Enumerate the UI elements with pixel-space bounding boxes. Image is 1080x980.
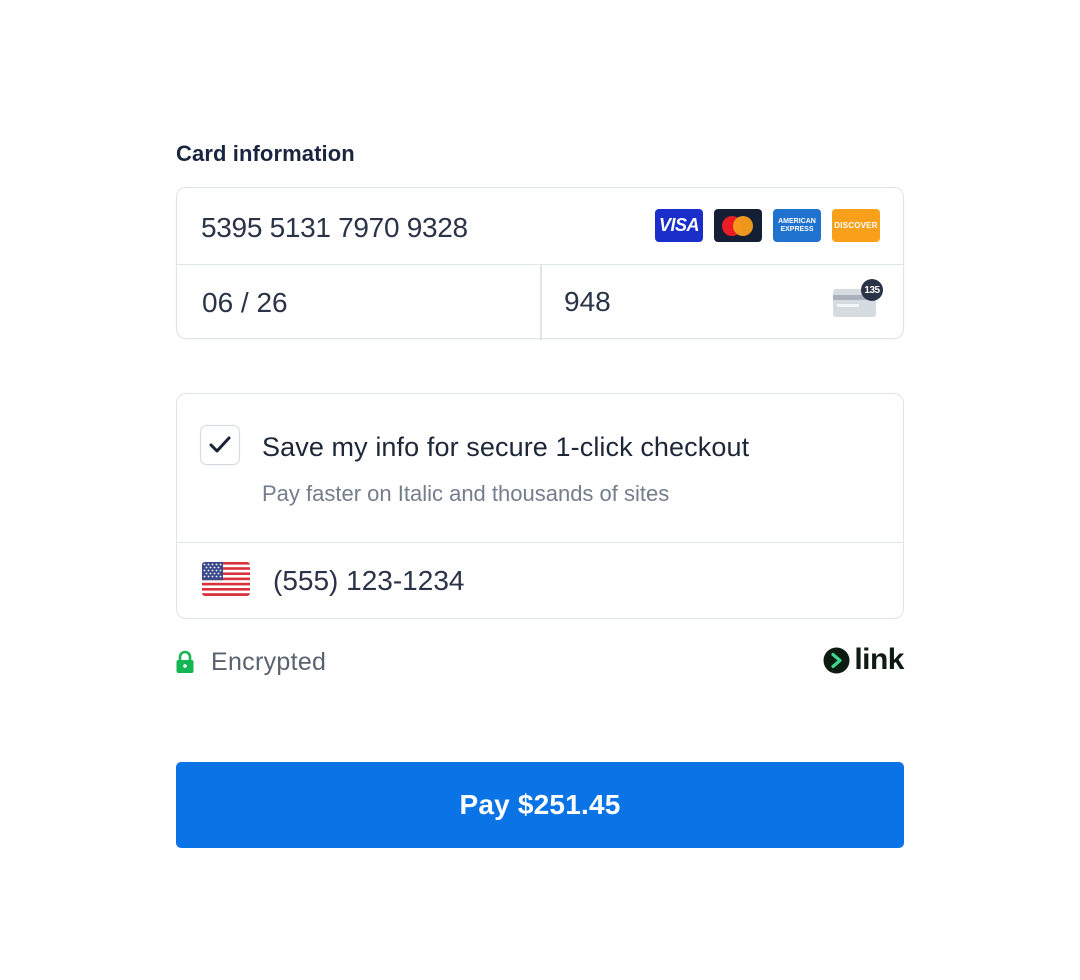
card-information-label: Card information bbox=[176, 141, 355, 166]
amex-icon: AMERICAN EXPRESS bbox=[773, 209, 821, 242]
cvc-card-icon: 135 bbox=[833, 279, 883, 317]
card-information-box: 5395 5131 7970 9328 VISA AMERICAN EXPRES… bbox=[176, 187, 904, 340]
save-info-subtitle: Pay faster on Italic and thousands of si… bbox=[262, 481, 670, 506]
save-info-title: Save my info for secure 1-click checkout bbox=[262, 432, 750, 462]
link-logo: link bbox=[823, 645, 904, 675]
save-info-option: Save my info for secure 1-click checkout… bbox=[177, 394, 903, 543]
us-flag-icon[interactable] bbox=[202, 562, 250, 596]
card-brand-logos: VISA AMERICAN EXPRESS DISCOVER bbox=[655, 209, 880, 242]
card-number-field[interactable]: 5395 5131 7970 9328 bbox=[201, 212, 468, 244]
encrypted-label: Encrypted bbox=[211, 648, 327, 676]
expiry-field[interactable]: 06 / 26 bbox=[202, 287, 288, 319]
link-arrow-icon bbox=[823, 647, 850, 673]
save-info-box: Save my info for secure 1-click checkout… bbox=[176, 393, 904, 619]
field-divider bbox=[540, 265, 542, 340]
mastercard-icon bbox=[714, 209, 762, 242]
pay-button[interactable]: Pay $251.45 bbox=[176, 762, 904, 848]
visa-icon: VISA bbox=[655, 209, 703, 242]
cvc-badge: 135 bbox=[861, 279, 883, 301]
card-expiry-cvc-row: 06 / 26 948 135 bbox=[177, 265, 903, 340]
phone-row[interactable]: (555) 123-1234 bbox=[177, 543, 903, 617]
phone-input[interactable]: (555) 123-1234 bbox=[273, 565, 464, 597]
lock-icon bbox=[176, 650, 194, 673]
discover-icon: DISCOVER bbox=[832, 209, 880, 242]
save-info-checkbox[interactable] bbox=[200, 425, 240, 465]
encrypted-indicator: Encrypted bbox=[176, 648, 326, 677]
cvc-field[interactable]: 948 bbox=[564, 286, 611, 318]
card-number-row[interactable]: 5395 5131 7970 9328 VISA AMERICAN EXPRES… bbox=[177, 188, 903, 265]
checkmark-icon bbox=[209, 436, 231, 453]
link-wordmark: link bbox=[854, 643, 904, 676]
